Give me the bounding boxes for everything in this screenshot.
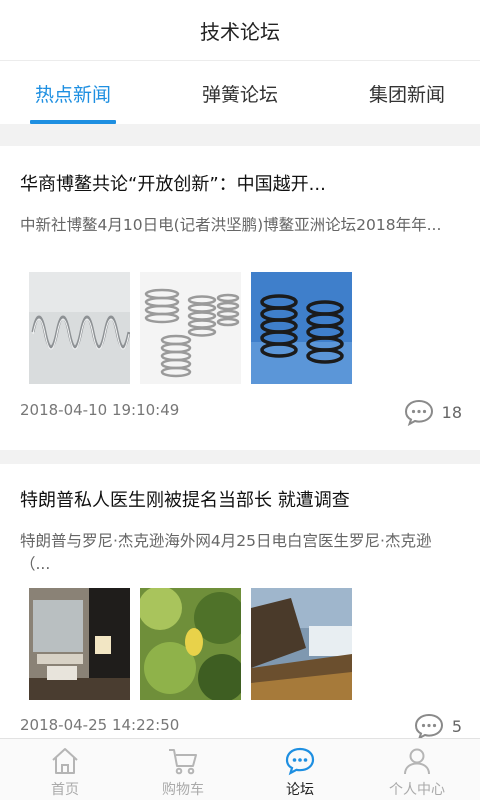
section-divider bbox=[0, 124, 480, 146]
news-card[interactable]: 特朗普私人医生刚被提名当部长 就遭调查 特朗普与罗尼·杰克逊海外网4月25日电白… bbox=[0, 464, 480, 740]
news-date: 2018-04-25 14:22:50 bbox=[20, 716, 180, 734]
page-title: 技术论坛 bbox=[200, 19, 280, 44]
user-icon bbox=[404, 748, 430, 775]
section-divider bbox=[0, 450, 480, 464]
news-title[interactable]: 华商博鳌共论“开放创新”：中国越开... bbox=[20, 170, 326, 196]
comment-icon bbox=[404, 399, 433, 426]
news-thumbnail[interactable] bbox=[29, 588, 130, 700]
comment-count-value: 5 bbox=[451, 716, 462, 736]
tab-group-news[interactable]: 集团新闻 bbox=[350, 61, 464, 125]
comment-count[interactable]: 18 bbox=[404, 398, 462, 426]
tab-hot-news[interactable]: 热点新闻 bbox=[16, 61, 130, 125]
news-date: 2018-04-10 19:10:49 bbox=[20, 401, 180, 419]
forum-icon bbox=[285, 747, 315, 776]
news-card[interactable]: 华商博鳌共论“开放创新”：中国越开... 中新社博鳌4月10日电(记者洪坚鹏)博… bbox=[0, 146, 480, 450]
tab-label: 弹簧论坛 bbox=[201, 83, 278, 106]
nav-label: 论坛 bbox=[286, 782, 314, 798]
news-thumbnail[interactable] bbox=[251, 588, 352, 700]
bottom-nav: 首页 购物车 论坛 个人中心 bbox=[0, 738, 480, 800]
nav-label: 个人中心 bbox=[389, 782, 445, 798]
news-thumbnail[interactable] bbox=[251, 272, 352, 384]
nav-label: 购物车 bbox=[162, 782, 204, 798]
news-thumbnail[interactable] bbox=[29, 272, 130, 384]
comment-icon bbox=[414, 713, 443, 740]
nav-forum[interactable]: 论坛 bbox=[252, 739, 348, 800]
tab-spring-forum[interactable]: 弹簧论坛 bbox=[183, 61, 297, 125]
news-summary: 特朗普与罗尼·杰克逊海外网4月25日电白宫医生罗尼·杰克逊（... bbox=[20, 532, 432, 573]
news-summary: 中新社博鳌4月10日电(记者洪坚鹏)博鳌亚洲论坛2018年年... bbox=[20, 216, 442, 234]
news-title[interactable]: 特朗普私人医生刚被提名当部长 就遭调查 bbox=[20, 486, 350, 512]
nav-cart[interactable]: 购物车 bbox=[135, 739, 231, 800]
app-header: 技术论坛 bbox=[0, 0, 480, 60]
cart-icon bbox=[169, 749, 197, 775]
tab-bar: 热点新闻 弹簧论坛 集团新闻 bbox=[0, 60, 480, 124]
tab-label: 热点新闻 bbox=[34, 83, 111, 106]
comment-count[interactable]: 5 bbox=[414, 712, 462, 740]
comment-count-value: 18 bbox=[441, 402, 462, 422]
news-thumbnail[interactable] bbox=[140, 272, 241, 384]
home-icon bbox=[52, 748, 78, 774]
tab-label: 集团新闻 bbox=[368, 83, 445, 106]
nav-label: 首页 bbox=[51, 782, 79, 798]
nav-home[interactable]: 首页 bbox=[17, 739, 113, 800]
nav-profile[interactable]: 个人中心 bbox=[369, 739, 465, 800]
news-thumbnail[interactable] bbox=[140, 588, 241, 700]
